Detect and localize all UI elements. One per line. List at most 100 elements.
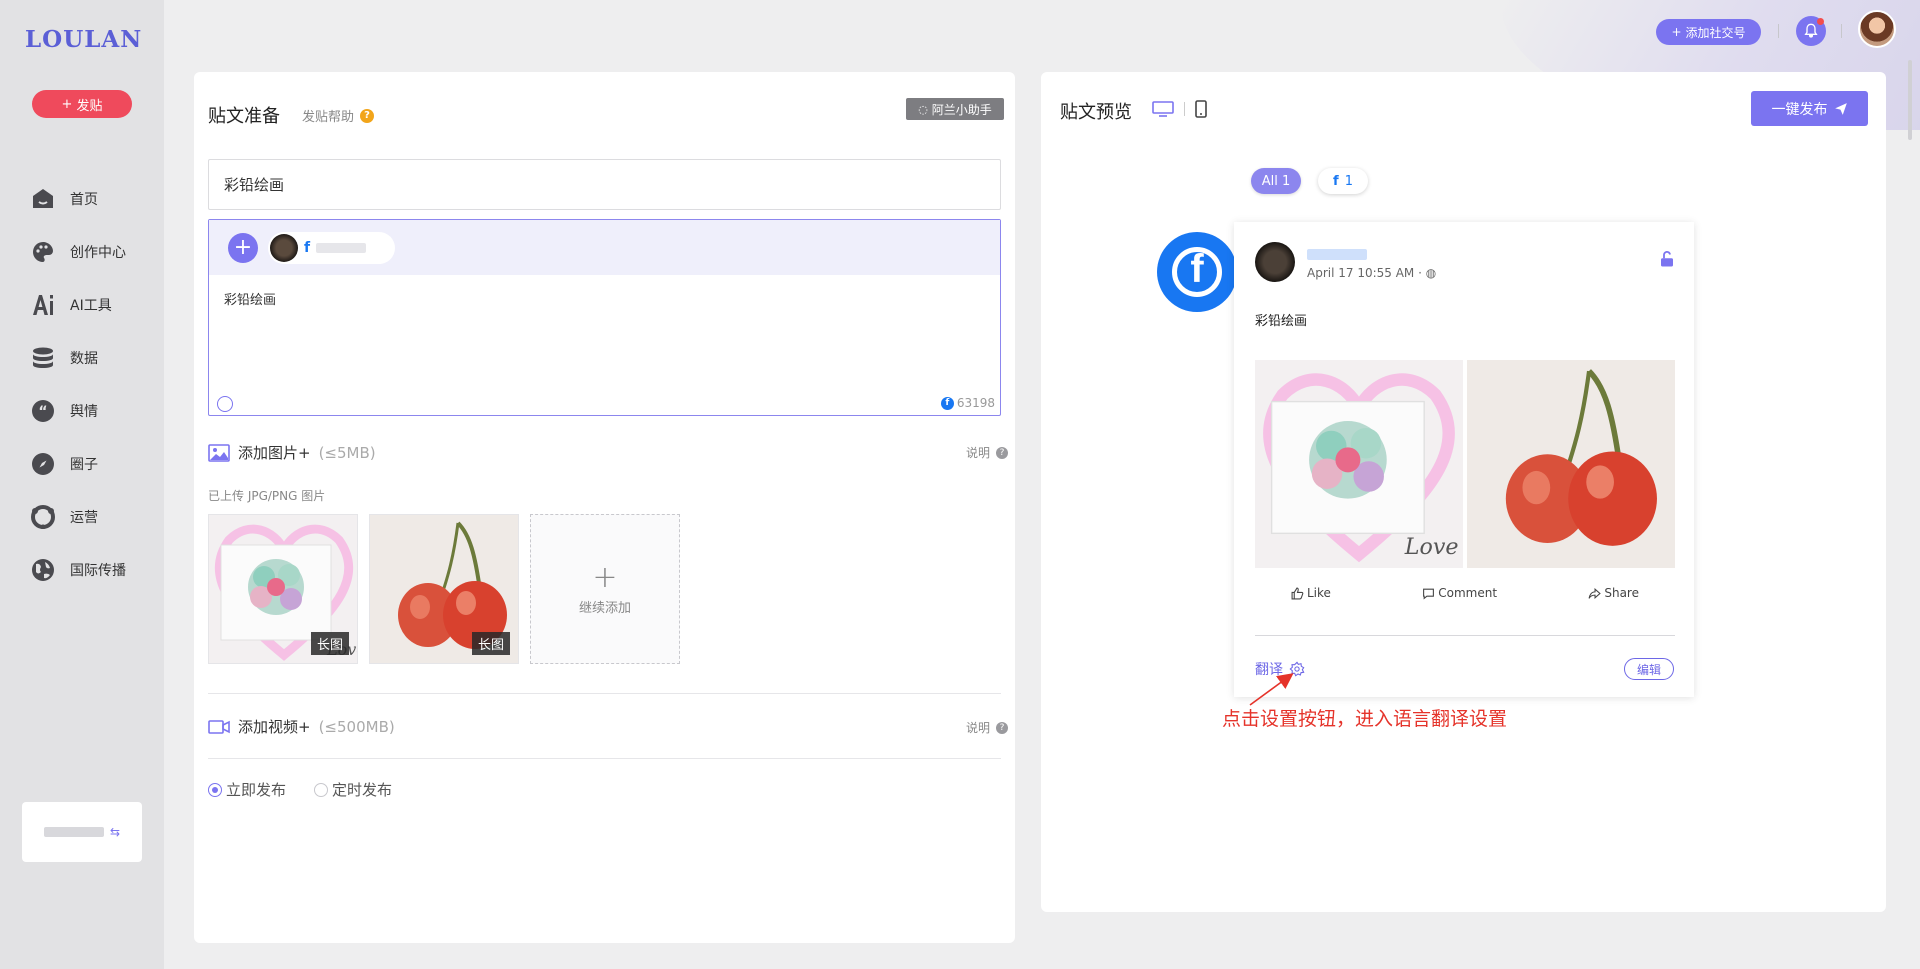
add-video-button[interactable]: 添加视频+ (≤500MB) (208, 716, 395, 737)
video-icon (208, 719, 230, 734)
post-editor[interactable]: + f 彩铅绘画 f 63198 (208, 219, 1001, 416)
preview-title: 贴文预览 (1060, 102, 1132, 123)
ai-icon (30, 292, 56, 318)
emoji-icon[interactable] (217, 396, 233, 412)
sidebar-item-sentiment[interactable]: “ 舆情 (30, 384, 126, 437)
image-size-limit: (≤5MB) (318, 443, 376, 462)
chat-icon: ◌ (918, 102, 928, 116)
add-images-button[interactable]: 添加图片+ (≤5MB) (208, 442, 376, 463)
gear-icon[interactable] (1289, 661, 1305, 677)
plus-icon: + (61, 96, 73, 112)
add-account-button[interactable]: + (228, 232, 258, 263)
add-video-label: 添加视频+ (238, 718, 311, 736)
sidebar-item-ai-tools[interactable]: AI工具 (30, 278, 126, 331)
app-logo[interactable]: LOULAN (25, 26, 142, 53)
post-body-text[interactable]: 彩铅绘画 (209, 275, 1000, 322)
svg-text:“: “ (38, 404, 47, 420)
section-divider (208, 693, 1001, 694)
translate-label[interactable]: 翻译 (1255, 659, 1283, 679)
composer-title: 贴文准备 (208, 106, 280, 127)
facebook-icon: f (304, 239, 311, 256)
switch-icon: ⇆ (109, 825, 121, 839)
uploaded-image-succulent[interactable]: Love 长图 (208, 514, 358, 664)
selected-account-chip[interactable]: f (268, 231, 395, 264)
header-divider (1841, 24, 1842, 38)
images-explain-link[interactable]: 说明 ? (966, 444, 1008, 461)
thumbs-up-icon (1291, 587, 1304, 599)
section-divider (208, 758, 1001, 759)
comment-icon (1423, 588, 1435, 600)
plus-icon: + (1671, 25, 1682, 39)
filter-all-tab[interactable]: All 1 (1251, 168, 1301, 194)
sidebar-item-label: 创作中心 (70, 244, 126, 261)
share-button[interactable]: Share (1588, 586, 1639, 600)
sidebar-item-international[interactable]: 国际传播 (30, 543, 126, 596)
post-divider (1255, 635, 1675, 636)
desktop-icon[interactable] (1152, 101, 1174, 117)
filter-facebook-count: 1 (1344, 173, 1353, 189)
sidebar-item-creation[interactable]: 创作中心 (30, 225, 126, 278)
sidebar-item-label: 国际传播 (70, 562, 126, 579)
uploaded-image-cherries[interactable]: 长图 (369, 514, 519, 664)
video-size-limit: (≤500MB) (318, 717, 395, 736)
character-count-value: 63198 (956, 396, 995, 410)
share-icon (1588, 587, 1602, 599)
palette-icon (30, 239, 56, 265)
mobile-icon[interactable] (1195, 100, 1207, 118)
sidebar-item-label: 数据 (70, 350, 98, 367)
continue-adding-button[interactable]: + 继续添加 (530, 514, 680, 664)
home-icon (30, 186, 56, 212)
new-post-button[interactable]: + 发贴 (32, 90, 132, 118)
publish-now-radio[interactable]: 立即发布 (208, 779, 286, 800)
sidebar-item-operations[interactable]: 运营 (30, 490, 126, 543)
uploaded-images-label: 已上传 JPG/PNG 图片 (208, 489, 326, 503)
add-images-label: 添加图片+ (238, 444, 311, 462)
one-click-publish-button[interactable]: 一键发布 (1751, 91, 1868, 126)
quote-icon: “ (30, 398, 56, 424)
sidebar-item-data[interactable]: 数据 (30, 331, 126, 384)
character-count: f 63198 (940, 396, 995, 410)
add-social-label: 添加社交号 (1685, 25, 1746, 40)
sidebar-item-label: 圈子 (70, 456, 98, 473)
scrollbar[interactable] (1908, 60, 1912, 140)
radio-unselected-icon (314, 782, 329, 797)
long-image-badge: 长图 (310, 632, 349, 655)
post-author-name-blurred (1307, 249, 1367, 260)
video-explain-link[interactable]: 说明 ? (966, 719, 1008, 736)
publish-label: 一键发布 (1771, 101, 1828, 118)
post-title-input[interactable]: 彩铅绘画 (208, 159, 1001, 210)
operations-icon (30, 504, 56, 530)
image-icon (208, 443, 230, 462)
posting-help-link[interactable]: 发贴帮助 ? (302, 106, 375, 125)
notifications-button[interactable] (1796, 16, 1826, 46)
question-icon: ? (996, 721, 1008, 734)
like-label: Like (1307, 586, 1331, 600)
sidebar-item-circles[interactable]: 圈子 (30, 437, 126, 490)
annotation-text: 点击设置按钮，进入语言翻译设置 (1222, 708, 1508, 730)
sidebar-item-label: 运营 (70, 509, 98, 526)
account-switcher[interactable]: ⇆ (22, 802, 142, 862)
account-selector-bar: + f (209, 220, 1000, 275)
globe-icon (30, 557, 56, 583)
sidebar-item-home[interactable]: 首页 (30, 172, 126, 225)
post-composer-panel: 贴文准备 发贴帮助 ? ◌ 阿兰小助手 彩铅绘画 + f 彩铅绘画 f 6319… (194, 72, 1015, 943)
comment-button[interactable]: Comment (1422, 586, 1497, 600)
add-social-account-button[interactable]: + 添加社交号 (1656, 19, 1761, 45)
like-button[interactable]: Like (1291, 586, 1331, 600)
unlock-icon[interactable] (1658, 250, 1676, 272)
scheduled-publish-radio[interactable]: 定时发布 (314, 779, 392, 800)
share-label: Share (1604, 586, 1639, 600)
sidebar-item-label: AI工具 (70, 297, 112, 314)
publish-now-label: 立即发布 (226, 781, 287, 799)
assistant-button[interactable]: ◌ 阿兰小助手 (906, 98, 1004, 120)
edit-button[interactable]: 编辑 (1624, 658, 1674, 680)
user-avatar[interactable] (1858, 10, 1896, 48)
comment-label: Comment (1438, 586, 1498, 600)
new-post-label: 发贴 (76, 98, 103, 114)
post-image-succulent: Love (1255, 360, 1463, 568)
facebook-post-preview: April 17 10:55 AM · ◍ 彩铅绘画 Love Like Com… (1234, 222, 1694, 697)
translate-control: 翻译 (1255, 659, 1305, 679)
succulent-drawing: Love (1255, 360, 1463, 568)
bell-icon (1804, 23, 1818, 38)
filter-facebook-tab[interactable]: f 1 (1318, 168, 1368, 194)
